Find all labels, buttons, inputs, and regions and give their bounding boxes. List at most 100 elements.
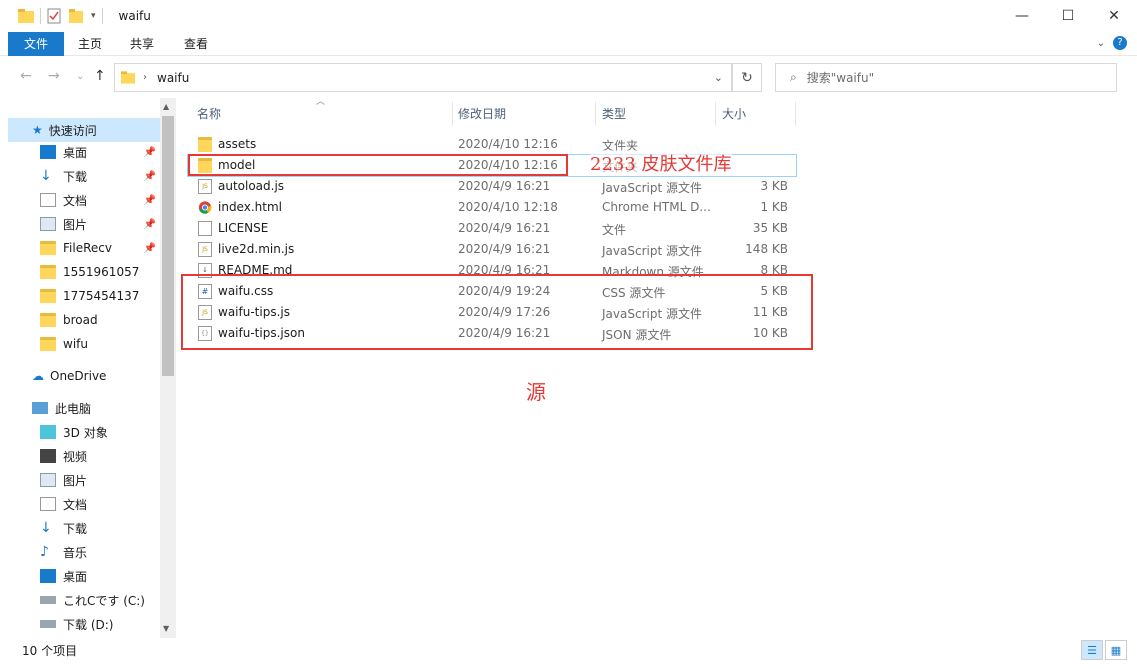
- nav-label: FileRecv: [63, 241, 112, 255]
- tab-file[interactable]: 文件: [8, 32, 64, 56]
- file-type: JavaScript 源文件: [602, 181, 702, 195]
- file-date: 2020/4/9 16:21: [458, 242, 551, 256]
- ribbon: 文件 主页 共享 查看 ⌄ ?: [0, 32, 1137, 56]
- desktop-icon: [40, 145, 56, 159]
- nav-item-music[interactable]: ♪ 音乐: [8, 540, 160, 564]
- nav-item-desktop[interactable]: 桌面 📌: [8, 140, 160, 164]
- file-type: 文件: [602, 223, 627, 237]
- nav-item-drive-d[interactable]: 下载 (D:): [8, 612, 160, 636]
- breadcrumb[interactable]: waifu: [157, 71, 189, 85]
- pin-icon[interactable]: 📌: [144, 219, 156, 230]
- column-header-name[interactable]: 名称: [197, 102, 221, 126]
- nav-item-filerecv[interactable]: FileRecv 📌: [8, 236, 160, 260]
- scrollbar-thumb[interactable]: [162, 116, 174, 376]
- column-header-type[interactable]: 类型: [602, 102, 626, 126]
- file-row-index-html[interactable]: index.html 2020/4/10 12:18 Chrome HTML D…: [188, 197, 796, 218]
- column-divider[interactable]: [595, 102, 596, 126]
- nav-item-drive-c[interactable]: これCです (C:): [8, 588, 160, 612]
- large-icons-view-button[interactable]: ▦: [1105, 640, 1127, 660]
- nav-item-3d-objects[interactable]: 3D 对象: [8, 420, 160, 444]
- item-count: 10 个项目: [22, 644, 78, 658]
- cloud-icon: ☁: [32, 369, 44, 383]
- tab-home[interactable]: 主页: [68, 32, 112, 56]
- annotation-source: 源: [526, 380, 546, 404]
- file-name: LICENSE: [218, 221, 269, 235]
- nav-item-1775454137[interactable]: 1775454137: [8, 284, 160, 308]
- nav-item-wifu[interactable]: wifu: [8, 332, 160, 356]
- navigation-bar: ← → ⌄ ↑ › waifu ⌄ ↻ ⌕ 搜索"waifu": [0, 60, 1137, 96]
- file-row-live2d-min-js[interactable]: JS live2d.min.js 2020/4/9 16:21 JavaScri…: [188, 239, 796, 260]
- nav-item-downloads[interactable]: ↓ 下载 📌: [8, 164, 160, 188]
- details-view-icon: ☰: [1087, 643, 1097, 657]
- search-input[interactable]: ⌕ 搜索"waifu": [775, 63, 1117, 92]
- nav-item-videos[interactable]: 视频: [8, 444, 160, 468]
- nav-label: 文档: [63, 497, 88, 512]
- column-divider[interactable]: [452, 102, 453, 126]
- nav-item-pictures[interactable]: 图片 📌: [8, 212, 160, 236]
- file-name: autoload.js: [218, 179, 285, 193]
- nav-item-pc-pictures[interactable]: 图片: [8, 468, 160, 492]
- nav-label: 3D 对象: [63, 425, 108, 440]
- scroll-up-icon[interactable]: ▲: [163, 102, 169, 111]
- pin-icon[interactable]: 📌: [144, 147, 156, 158]
- tab-view[interactable]: 查看: [174, 32, 218, 56]
- minimize-button[interactable]: —: [999, 0, 1045, 32]
- address-dropdown-icon[interactable]: ⌄: [714, 71, 723, 84]
- refresh-button[interactable]: ↻: [732, 63, 762, 92]
- nav-item-broad[interactable]: broad: [8, 308, 160, 332]
- column-header-date[interactable]: 修改日期: [458, 102, 506, 126]
- help-icon[interactable]: ?: [1113, 36, 1127, 50]
- column-divider[interactable]: [795, 102, 796, 126]
- customize-toolbar-icon[interactable]: ▾: [91, 11, 96, 21]
- video-icon: [40, 449, 56, 463]
- nav-item-documents[interactable]: 文档 📌: [8, 188, 160, 212]
- file-name: assets: [218, 137, 257, 151]
- nav-label: 下载: [63, 169, 88, 184]
- forward-arrow-icon[interactable]: →: [48, 68, 60, 84]
- pin-icon[interactable]: 📌: [144, 195, 156, 206]
- nav-label: 视频: [63, 449, 88, 464]
- nav-item-pc-documents[interactable]: 文档: [8, 492, 160, 516]
- back-arrow-icon[interactable]: ←: [20, 68, 32, 84]
- nav-label: 1551961057: [63, 265, 140, 279]
- nav-onedrive[interactable]: ☁ OneDrive: [8, 364, 160, 388]
- file-size: 148 KB: [745, 242, 788, 256]
- recent-locations-icon[interactable]: ⌄: [76, 71, 84, 82]
- nav-item-pc-desktop[interactable]: 桌面: [8, 564, 160, 588]
- file-size: 3 KB: [760, 179, 788, 193]
- nav-scrollbar[interactable]: ▲ ▼: [160, 98, 176, 638]
- details-view-button[interactable]: ☰: [1081, 640, 1103, 660]
- navigation-pane: ★ 快速访问 桌面 📌 ↓ 下载 📌 文档 📌 图片 📌 FileRecv 📌 …: [8, 98, 160, 638]
- file-date: 2020/4/9 16:21: [458, 179, 551, 193]
- maximize-button[interactable]: ☐: [1045, 0, 1091, 32]
- up-arrow-icon[interactable]: ↑: [94, 68, 106, 84]
- properties-icon[interactable]: [47, 8, 61, 24]
- search-placeholder: 搜索"waifu": [806, 71, 875, 85]
- maximize-icon: ☐: [1061, 8, 1075, 24]
- scroll-down-icon[interactable]: ▼: [163, 624, 169, 633]
- nav-quick-access[interactable]: ★ 快速访问: [8, 118, 160, 142]
- annotation-box-source: [181, 274, 813, 350]
- drive-icon: [40, 596, 56, 604]
- file-row-autoload-js[interactable]: JS autoload.js 2020/4/9 16:21 JavaScript…: [188, 176, 796, 197]
- nav-item-1551961057[interactable]: 1551961057: [8, 260, 160, 284]
- file-date: 2020/4/10 12:18: [458, 200, 558, 214]
- folder-icon: [40, 289, 56, 303]
- pin-icon[interactable]: 📌: [144, 243, 156, 254]
- folder-icon: [40, 241, 56, 255]
- nav-label: 1775454137: [63, 289, 140, 303]
- address-bar[interactable]: › waifu ⌄: [114, 63, 732, 92]
- column-header-size[interactable]: 大小: [722, 102, 746, 126]
- column-divider[interactable]: [715, 102, 716, 126]
- pin-icon[interactable]: 📌: [144, 171, 156, 182]
- file-row-license[interactable]: LICENSE 2020/4/9 16:21 文件 35 KB: [188, 218, 796, 239]
- status-bar: 10 个项目 ☰ ▦: [0, 638, 1137, 669]
- nav-this-pc[interactable]: 此电脑: [8, 396, 160, 420]
- desktop-icon: [40, 569, 56, 583]
- new-folder-icon[interactable]: [69, 9, 85, 23]
- close-button[interactable]: ✕: [1091, 0, 1137, 32]
- expand-ribbon-icon[interactable]: ⌄: [1097, 38, 1105, 49]
- title-bar: ▾ waifu — ☐ ✕: [0, 0, 1137, 32]
- nav-item-pc-downloads[interactable]: ↓ 下载: [8, 516, 160, 540]
- tab-share[interactable]: 共享: [120, 32, 164, 56]
